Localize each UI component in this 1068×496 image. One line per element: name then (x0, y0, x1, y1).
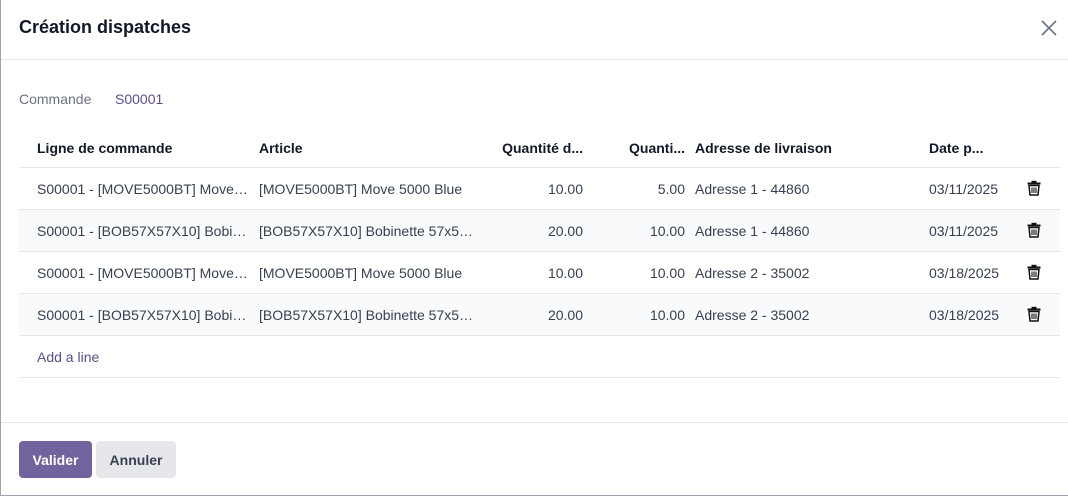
table-row[interactable]: S00001 - [MOVE5000BT] Move 5000 Blue [MO… (19, 168, 1060, 210)
order-field-value[interactable]: S00001 (115, 91, 163, 107)
trash-icon (1027, 306, 1041, 322)
delete-row-button[interactable] (1027, 222, 1045, 241)
cell-article: [BOB57X57X10] Bobinette 57x57x10 (259, 223, 479, 239)
cell-quantity-ordered: 20.00 (547, 307, 583, 323)
cell-date: 03/11/2025 (929, 181, 999, 197)
cell-order-line: S00001 - [BOB57X57X10] Bobinette 57x57x1… (37, 307, 249, 323)
dialog-title: Création dispatches (19, 17, 192, 37)
dispatch-table: Ligne de commande Article Quantité d... … (19, 128, 1060, 378)
cancel-button[interactable]: Annuler (96, 441, 176, 478)
cell-order-line: S00001 - [MOVE5000BT] Move 5000 Blue (37, 181, 249, 197)
dialog-header: Création dispatches (1, 0, 1068, 60)
delete-row-button[interactable] (1027, 180, 1045, 199)
column-header-delivery-address[interactable]: Adresse de livraison (695, 140, 915, 156)
delete-row-button[interactable] (1027, 306, 1045, 325)
cell-article: [MOVE5000BT] Move 5000 Blue (259, 181, 463, 197)
cell-order-line: S00001 - [MOVE5000BT] Move 5000 Blue (37, 265, 249, 281)
column-header-article[interactable]: Article (259, 140, 479, 156)
close-button[interactable] (1037, 16, 1061, 40)
trash-icon (1027, 222, 1041, 238)
cell-date: 03/18/2025 (929, 265, 1000, 281)
table-body: S00001 - [MOVE5000BT] Move 5000 Blue [MO… (19, 168, 1060, 378)
order-field-label: Commande (19, 91, 92, 107)
cell-quantity-ordered: 20.00 (547, 223, 583, 239)
delete-row-button[interactable] (1027, 264, 1045, 283)
close-icon (1041, 20, 1057, 36)
column-header-quantity-ordered[interactable]: Quantité d... (489, 140, 583, 156)
validate-button[interactable]: Valider (19, 441, 92, 478)
add-line-row: Add a line (19, 336, 1060, 378)
cell-article: [MOVE5000BT] Move 5000 Blue (259, 265, 463, 281)
cell-quantity-ordered: 10.00 (547, 265, 583, 281)
column-header-quantity[interactable]: Quanti... (593, 140, 685, 156)
dispatch-dialog: Création dispatches Commande S00001 Lign… (0, 0, 1068, 496)
cell-quantity-ordered: 10.00 (547, 181, 583, 197)
cell-order-line: S00001 - [BOB57X57X10] Bobinette 57x57x1… (37, 223, 249, 239)
table-row[interactable]: S00001 - [BOB57X57X10] Bobinette 57x57x1… (19, 210, 1060, 252)
cell-delivery-address: Adresse 1 - 44860 (695, 223, 810, 239)
table-header: Ligne de commande Article Quantité d... … (19, 128, 1060, 168)
add-line-link[interactable]: Add a line (37, 349, 99, 365)
trash-icon (1027, 180, 1041, 196)
table-row[interactable]: S00001 - [MOVE5000BT] Move 5000 Blue [MO… (19, 252, 1060, 294)
cell-article: [BOB57X57X10] Bobinette 57x57x10 (259, 307, 479, 323)
cell-delivery-address: Adresse 2 - 35002 (695, 265, 810, 281)
cell-quantity: 10.00 (649, 265, 685, 281)
table-row[interactable]: S00001 - [BOB57X57X10] Bobinette 57x57x1… (19, 294, 1060, 336)
cell-delivery-address: Adresse 2 - 35002 (695, 307, 810, 323)
column-header-order-line[interactable]: Ligne de commande (37, 140, 249, 156)
cell-quantity: 10.00 (649, 223, 685, 239)
trash-icon (1027, 264, 1041, 280)
dialog-footer: Valider Annuler (1, 422, 1068, 496)
cell-quantity: 10.00 (649, 307, 685, 323)
cell-date: 03/11/2025 (929, 223, 999, 239)
column-header-date[interactable]: Date p... (929, 140, 1009, 156)
cell-quantity: 5.00 (657, 181, 685, 197)
cell-date: 03/18/2025 (929, 307, 1000, 323)
cell-delivery-address: Adresse 1 - 44860 (695, 181, 810, 197)
